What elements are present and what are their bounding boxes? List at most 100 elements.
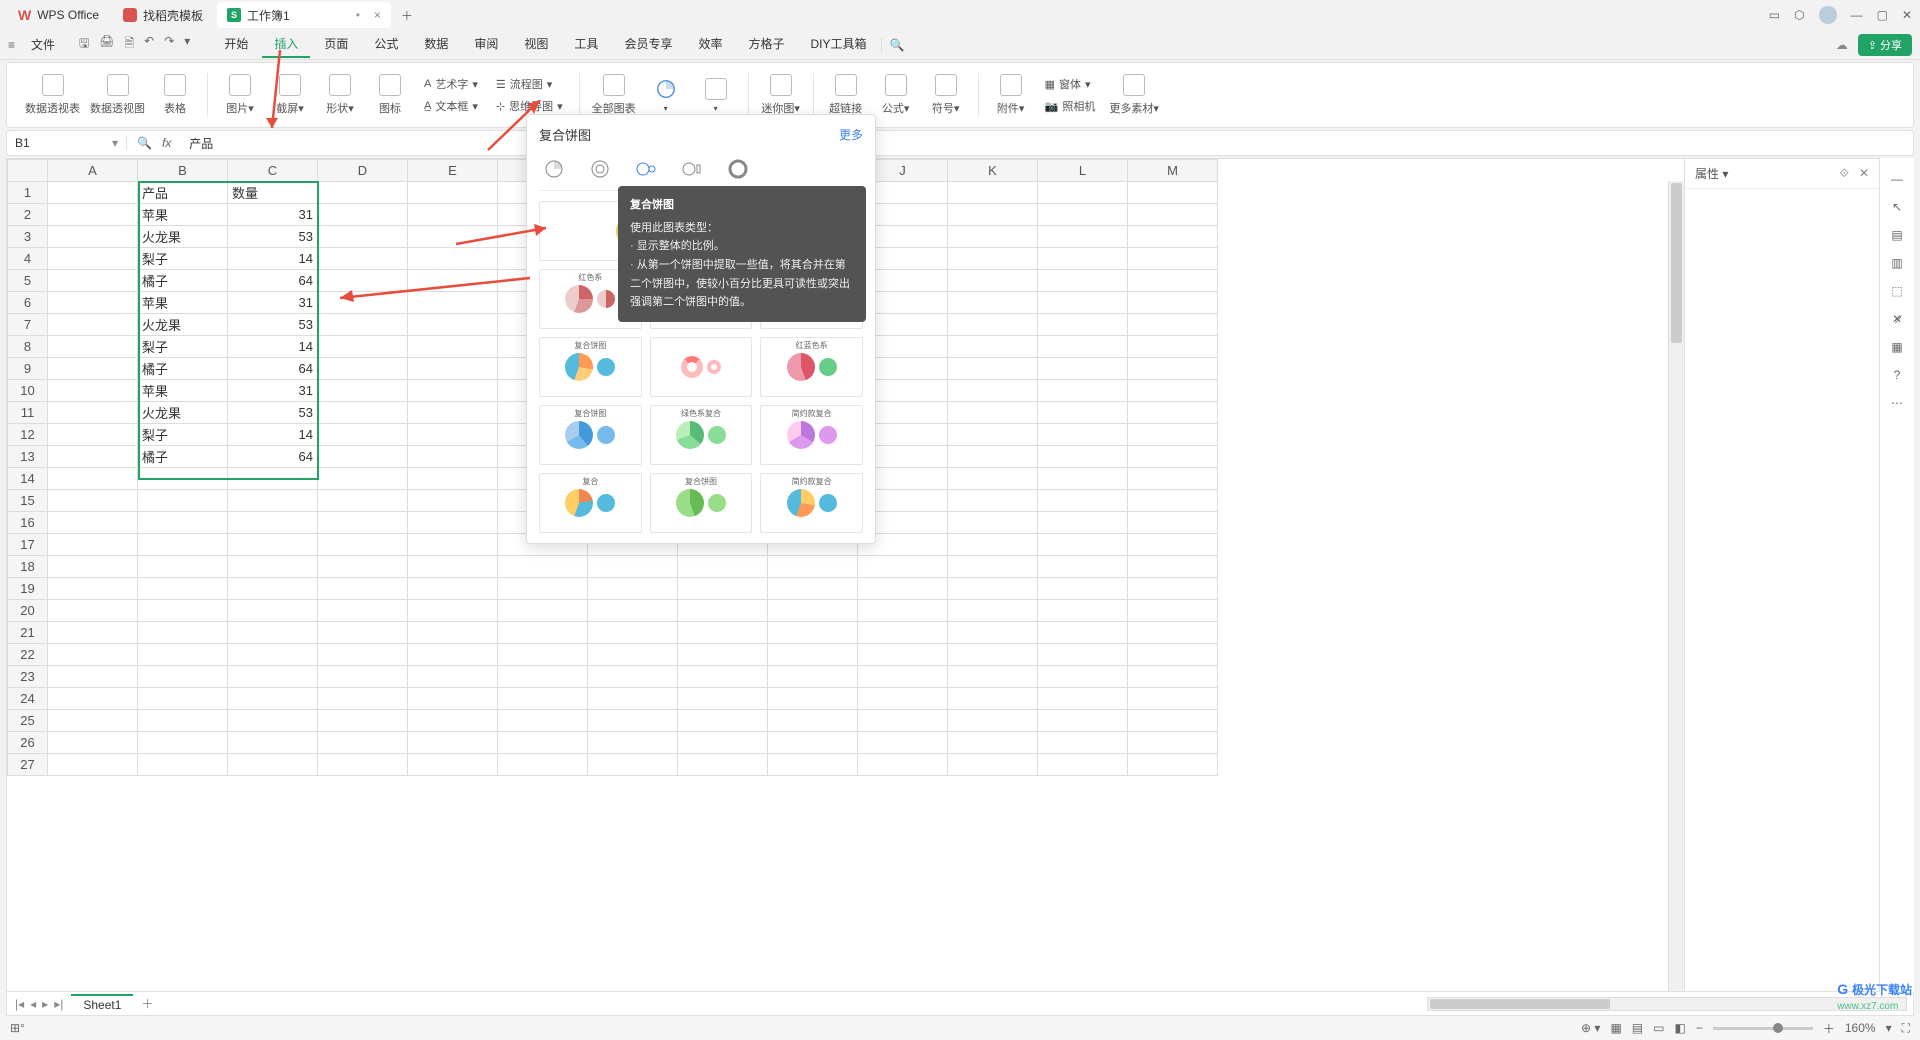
col-header[interactable]: A <box>48 160 138 182</box>
cell[interactable] <box>1128 600 1218 622</box>
cell[interactable] <box>1038 424 1128 446</box>
zoom-level[interactable]: 160% <box>1845 1021 1876 1035</box>
cell[interactable] <box>948 468 1038 490</box>
cell[interactable] <box>678 710 768 732</box>
prev-sheet-icon[interactable]: ◂ <box>30 997 36 1011</box>
col-header[interactable]: L <box>1038 160 1128 182</box>
cell[interactable] <box>1128 248 1218 270</box>
menu-tab-方格子[interactable]: 方格子 <box>736 31 796 58</box>
cell[interactable] <box>408 600 498 622</box>
cell[interactable] <box>1128 534 1218 556</box>
shapes-button[interactable]: 形状▾ <box>320 74 360 116</box>
cell[interactable] <box>318 336 408 358</box>
cell[interactable] <box>138 490 228 512</box>
attachment-button[interactable]: 附件▾ <box>991 74 1031 116</box>
cell[interactable] <box>228 754 318 776</box>
add-sheet-icon[interactable]: ＋ <box>133 995 161 1012</box>
icons-button[interactable]: 图标 <box>370 74 410 116</box>
edit-tool-icon[interactable]: ⬚ <box>1891 284 1902 298</box>
cell[interactable] <box>318 358 408 380</box>
cell[interactable] <box>1038 204 1128 226</box>
cell[interactable] <box>408 468 498 490</box>
menu-tab-会员专享[interactable]: 会员专享 <box>612 31 684 58</box>
add-tab-button[interactable]: ＋ <box>395 3 419 27</box>
row-header[interactable]: 20 <box>8 600 48 622</box>
cell[interactable]: 橘子 <box>138 270 228 292</box>
cell[interactable] <box>498 622 588 644</box>
share-button[interactable]: ⇪ 分享 <box>1858 34 1912 56</box>
collapse-panel-icon[interactable]: — <box>1891 172 1903 186</box>
cell[interactable] <box>678 600 768 622</box>
cell[interactable] <box>228 710 318 732</box>
more-tool-icon[interactable]: ⋯ <box>1891 396 1903 410</box>
form-button[interactable]: ▦ 窗体 ▾ <box>1041 74 1100 94</box>
menu-tab-DIY工具箱[interactable]: DIY工具箱 <box>798 31 878 58</box>
cell[interactable] <box>858 732 948 754</box>
row-header[interactable]: 21 <box>8 622 48 644</box>
row-header[interactable]: 6 <box>8 292 48 314</box>
row-header[interactable]: 4 <box>8 248 48 270</box>
cell[interactable] <box>948 534 1038 556</box>
cell[interactable] <box>318 248 408 270</box>
cell[interactable] <box>948 270 1038 292</box>
cell[interactable] <box>768 622 858 644</box>
cell[interactable] <box>408 248 498 270</box>
cell[interactable]: 梨子 <box>138 424 228 446</box>
cell[interactable] <box>228 512 318 534</box>
picture-button[interactable]: 图片▾ <box>220 74 260 116</box>
cell[interactable] <box>138 468 228 490</box>
chart-thumb[interactable]: 复合饼图 <box>650 473 753 533</box>
fullscreen-icon[interactable]: ⛶ <box>1902 1021 1910 1036</box>
chart-thumb[interactable]: 复合 <box>539 473 642 533</box>
cell[interactable] <box>408 534 498 556</box>
cell[interactable] <box>1038 380 1128 402</box>
cell[interactable] <box>408 644 498 666</box>
cell[interactable] <box>408 666 498 688</box>
cell[interactable] <box>1038 534 1128 556</box>
menu-tab-效率[interactable]: 效率 <box>686 31 734 58</box>
cell[interactable] <box>498 666 588 688</box>
cell[interactable] <box>1128 226 1218 248</box>
cell[interactable] <box>858 710 948 732</box>
cell[interactable] <box>948 512 1038 534</box>
cell[interactable] <box>48 336 138 358</box>
cell[interactable] <box>1128 468 1218 490</box>
cell[interactable] <box>228 644 318 666</box>
cell[interactable] <box>678 666 768 688</box>
cell[interactable] <box>1128 336 1218 358</box>
cell[interactable] <box>1038 512 1128 534</box>
row-header[interactable]: 26 <box>8 732 48 754</box>
search-fx-icon[interactable]: 🔍 <box>137 136 152 150</box>
cell[interactable] <box>678 644 768 666</box>
cell[interactable] <box>48 314 138 336</box>
cell[interactable] <box>858 688 948 710</box>
cell[interactable] <box>1038 600 1128 622</box>
cell[interactable] <box>948 226 1038 248</box>
cell[interactable] <box>408 446 498 468</box>
cell[interactable] <box>1038 270 1128 292</box>
cell[interactable]: 火龙果 <box>138 226 228 248</box>
cell[interactable] <box>1128 314 1218 336</box>
cell[interactable] <box>588 732 678 754</box>
status-mode-icon[interactable]: ⊞° <box>10 1021 25 1035</box>
cell[interactable] <box>48 512 138 534</box>
cell[interactable] <box>768 710 858 732</box>
cell[interactable] <box>588 666 678 688</box>
cell[interactable] <box>498 600 588 622</box>
row-header[interactable]: 3 <box>8 226 48 248</box>
cell[interactable] <box>48 754 138 776</box>
cell[interactable] <box>228 578 318 600</box>
cell[interactable] <box>1038 248 1128 270</box>
cell[interactable] <box>858 622 948 644</box>
cell[interactable] <box>948 622 1038 644</box>
cell[interactable]: 64 <box>228 270 318 292</box>
cell[interactable] <box>768 666 858 688</box>
menu-tab-数据[interactable]: 数据 <box>412 31 460 58</box>
cell[interactable] <box>498 578 588 600</box>
cell[interactable] <box>1038 336 1128 358</box>
cell[interactable] <box>228 556 318 578</box>
cell[interactable] <box>138 556 228 578</box>
cell[interactable] <box>588 688 678 710</box>
tab-template[interactable]: 找稻壳模板 <box>113 2 213 28</box>
cell[interactable] <box>1128 292 1218 314</box>
